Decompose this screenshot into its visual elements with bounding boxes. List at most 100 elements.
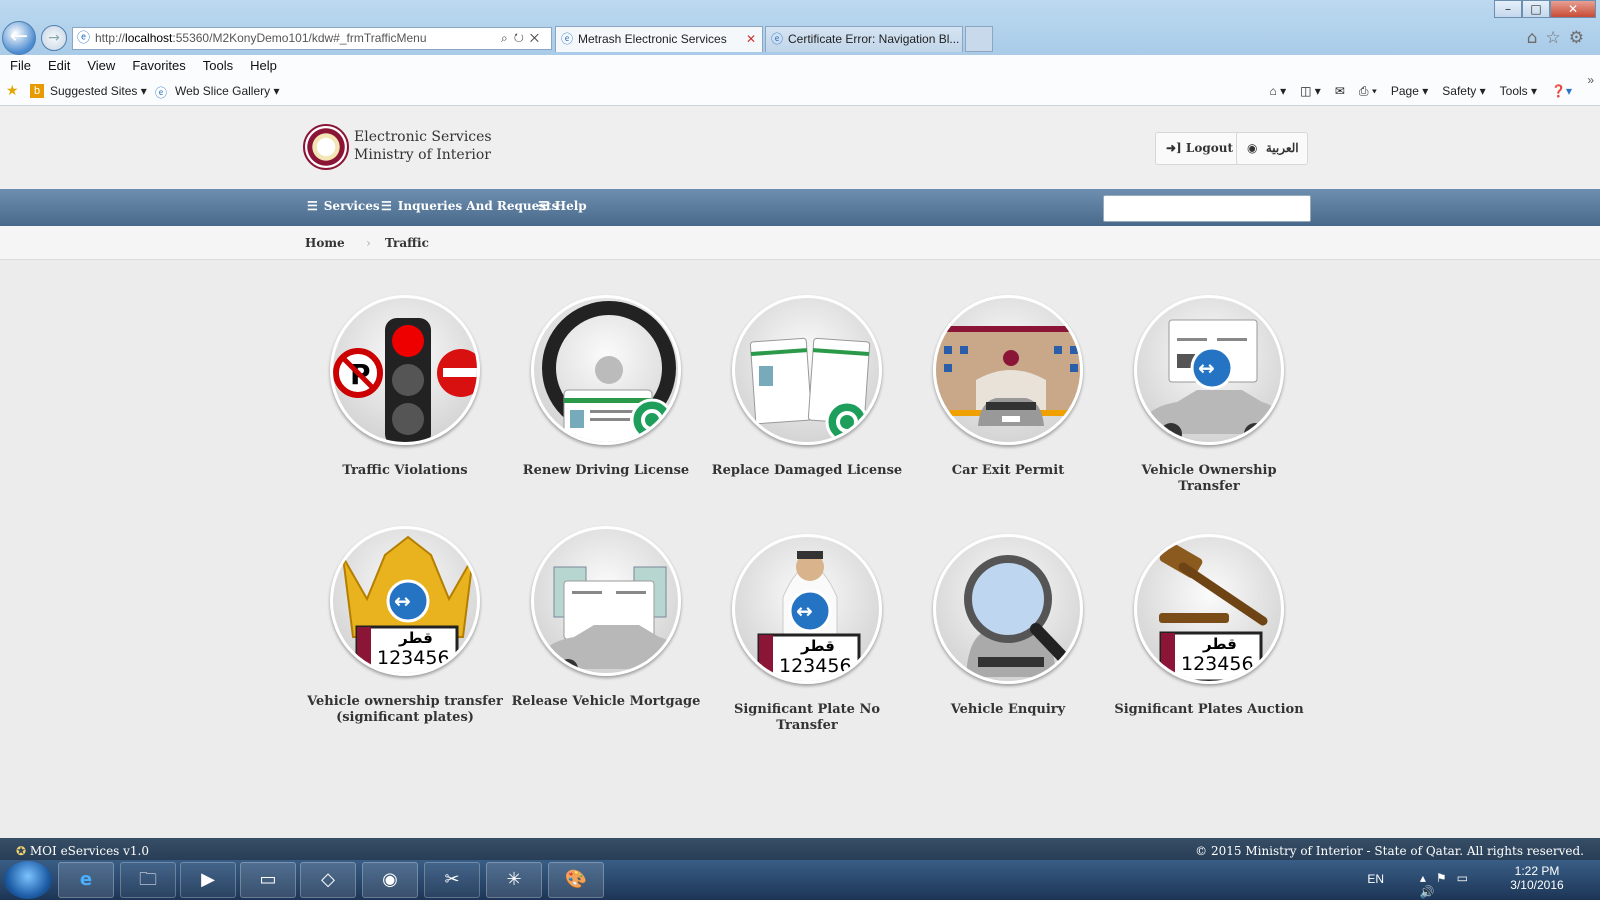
- service-significant-plate-ownership-transfer[interactable]: ↔ قطر 123456 Vehicle ownership transfer …: [305, 526, 505, 726]
- browser-titlebar: – □ ✕ ← → ⓔ http://localhost:55360/M2Kon…: [0, 0, 1600, 55]
- new-tab-button[interactable]: [965, 26, 993, 52]
- page-menu[interactable]: Page ▾: [1391, 84, 1428, 99]
- ie-page-icon: ⓔ: [77, 30, 91, 45]
- nav-services[interactable]: ☰ Services: [307, 199, 380, 213]
- license-cards-icon: [732, 295, 882, 445]
- file-explorer-icon[interactable]: 🗀: [120, 862, 176, 898]
- command-prompt-icon[interactable]: ▭: [240, 862, 296, 898]
- plate-arabic-text: قطر: [801, 637, 835, 655]
- search-input[interactable]: [1103, 195, 1311, 222]
- car-transfer-icon: ↔: [1134, 295, 1284, 445]
- tray-icons[interactable]: ▴⚑▭🔊: [1420, 871, 1478, 899]
- plate-arabic-text: قطر: [399, 629, 433, 647]
- service-label: Vehicle Ownership Transfer: [1141, 463, 1277, 494]
- page-content: Electronic Services Ministry of Interior…: [0, 106, 1600, 866]
- gear-icon[interactable]: ⚙: [1569, 28, 1592, 48]
- qatar-emblem-logo: [303, 124, 349, 170]
- menu-help[interactable]: Help: [240, 55, 284, 73]
- car-money-icon: [531, 526, 681, 676]
- kony-visualizer-icon[interactable]: ✳: [486, 862, 542, 898]
- breadcrumb-home[interactable]: Home: [305, 236, 345, 250]
- menu-favorites[interactable]: Favorites: [122, 55, 192, 73]
- site-header: Electronic Services Ministry of Interior…: [0, 106, 1600, 189]
- language-indicator[interactable]: EN: [1367, 872, 1384, 886]
- address-tools: ⌕↻✕: [501, 28, 545, 49]
- clock[interactable]: 1:22 PM 3/10/2016: [1504, 864, 1570, 892]
- url-host: localhost: [125, 31, 173, 45]
- favorites-star-icon[interactable]: ☆: [1546, 28, 1569, 48]
- service-label: Renew Driving License: [522, 463, 690, 478]
- menu-tools[interactable]: Tools: [193, 55, 240, 73]
- service-label: Vehicle Enquiry: [950, 702, 1066, 717]
- address-bar[interactable]: ⓔ http://localhost:55360/M2KonyDemo101/k…: [72, 27, 552, 50]
- service-renew-driving-license[interactable]: Renew Driving License: [506, 295, 706, 479]
- back-button[interactable]: ←: [2, 21, 36, 55]
- service-replace-damaged-license[interactable]: Replace Damaged License: [707, 295, 907, 479]
- stop-icon[interactable]: ✕: [530, 31, 545, 45]
- favorites-star-icon[interactable]: ★: [6, 82, 19, 99]
- home-icon[interactable]: ⌂ ▾: [1270, 84, 1287, 99]
- favorites-bar: ★ b Suggested Sites ▾ ⓔ Web Slice Galler…: [0, 73, 1600, 106]
- logout-button[interactable]: ➜] Logout: [1155, 132, 1245, 165]
- service-label: Significant Plate No Transfer: [733, 702, 881, 733]
- close-window-button[interactable]: ✕: [1550, 0, 1596, 18]
- service-label: Release Vehicle Mortgage: [511, 694, 701, 709]
- ie-tab-icon: ⓔ: [561, 32, 574, 46]
- web-slice-gallery-link[interactable]: Web Slice Gallery ▾: [175, 84, 280, 98]
- help-icon[interactable]: ❓▾: [1551, 84, 1572, 99]
- service-traffic-violations[interactable]: P Traffic Violations: [305, 295, 505, 479]
- footer-version: ✪ MOI eServices v1.0: [16, 844, 150, 858]
- refresh-icon[interactable]: ↻: [514, 31, 530, 45]
- paint-icon[interactable]: 🎨: [548, 862, 604, 898]
- menu-edit[interactable]: Edit: [38, 55, 77, 73]
- close-tab-icon[interactable]: ✕: [746, 27, 756, 52]
- app-window-icon[interactable]: ◇: [300, 862, 356, 898]
- internet-explorer-icon[interactable]: e: [58, 862, 114, 898]
- tab-metrash[interactable]: ⓔ Metrash Electronic Services ✕: [555, 26, 763, 52]
- service-release-vehicle-mortgage[interactable]: Release Vehicle Mortgage: [506, 526, 706, 710]
- service-vehicle-ownership-transfer[interactable]: ↔ Vehicle Ownership Transfer: [1109, 295, 1309, 495]
- media-player-icon[interactable]: ▶: [180, 862, 236, 898]
- feeds-icon[interactable]: ◫ ▾: [1300, 84, 1321, 99]
- crown-plate-icon: ↔ قطر 123456: [330, 526, 480, 676]
- chrome-icon[interactable]: ◉: [362, 862, 418, 898]
- service-significant-plates-auction[interactable]: قطر 123456 Significant Plates Auction: [1109, 534, 1309, 718]
- service-label: Vehicle ownership transfer (significant …: [307, 694, 503, 725]
- home-icon[interactable]: ⌂: [1527, 28, 1546, 48]
- service-significant-plate-no-transfer[interactable]: ↔ قطر 123456 Significant Plate No Transf…: [707, 534, 907, 734]
- border-gate-car-icon: [933, 295, 1083, 445]
- nav-help[interactable]: ☰ Help: [538, 199, 587, 213]
- service-car-exit-permit[interactable]: Car Exit Permit: [908, 295, 1108, 479]
- breadcrumb: Home › Traffic: [0, 226, 1600, 260]
- mail-icon[interactable]: ✉: [1335, 84, 1345, 99]
- minimize-button[interactable]: –: [1494, 0, 1522, 18]
- menu-file[interactable]: File: [0, 55, 38, 73]
- safety-menu[interactable]: Safety ▾: [1442, 84, 1485, 99]
- windows-taskbar: e 🗀 ▶ ▭ ◇ ◉ ✂ ✳ 🎨 EN ▴⚑▭🔊 1:22 PM 3/10/2…: [0, 860, 1600, 900]
- search-icon[interactable]: ⌕: [501, 31, 514, 45]
- browser-right-icons: ⌂☆⚙: [1527, 28, 1592, 48]
- service-vehicle-enquiry[interactable]: Vehicle Enquiry: [908, 534, 1108, 718]
- plate-arabic-text: قطر: [1203, 635, 1237, 653]
- breadcrumb-separator: ›: [366, 236, 371, 250]
- svg-text:↔: ↔: [394, 589, 411, 613]
- steering-wheel-license-icon: [531, 295, 681, 445]
- window-controls: – □ ✕: [1494, 0, 1596, 18]
- menu-view[interactable]: View: [77, 55, 122, 73]
- chevron-icon[interactable]: »: [1587, 73, 1594, 87]
- ie-tab-icon: ⓔ: [771, 32, 784, 46]
- snipping-tool-icon[interactable]: ✂: [424, 862, 480, 898]
- start-button[interactable]: [4, 861, 52, 899]
- plate-number: 123456: [779, 655, 852, 677]
- forward-button[interactable]: →: [41, 25, 67, 51]
- tools-menu[interactable]: Tools ▾: [1500, 84, 1537, 99]
- nav-inquiries[interactable]: ☰ Inqueries And Requests: [381, 199, 558, 213]
- maximize-button[interactable]: □: [1522, 0, 1550, 18]
- suggested-sites-link[interactable]: Suggested Sites ▾: [50, 84, 147, 98]
- tab-certificate-error[interactable]: ⓔ Certificate Error: Navigation Bl...: [765, 26, 963, 52]
- menu-bar: File Edit View Favorites Tools Help: [0, 55, 1600, 79]
- globe-icon: ◉: [1247, 141, 1258, 155]
- plate-number: 123456: [377, 647, 450, 669]
- print-icon[interactable]: ⎙ ▾: [1359, 84, 1377, 99]
- language-button[interactable]: ◉ العربية: [1236, 132, 1308, 165]
